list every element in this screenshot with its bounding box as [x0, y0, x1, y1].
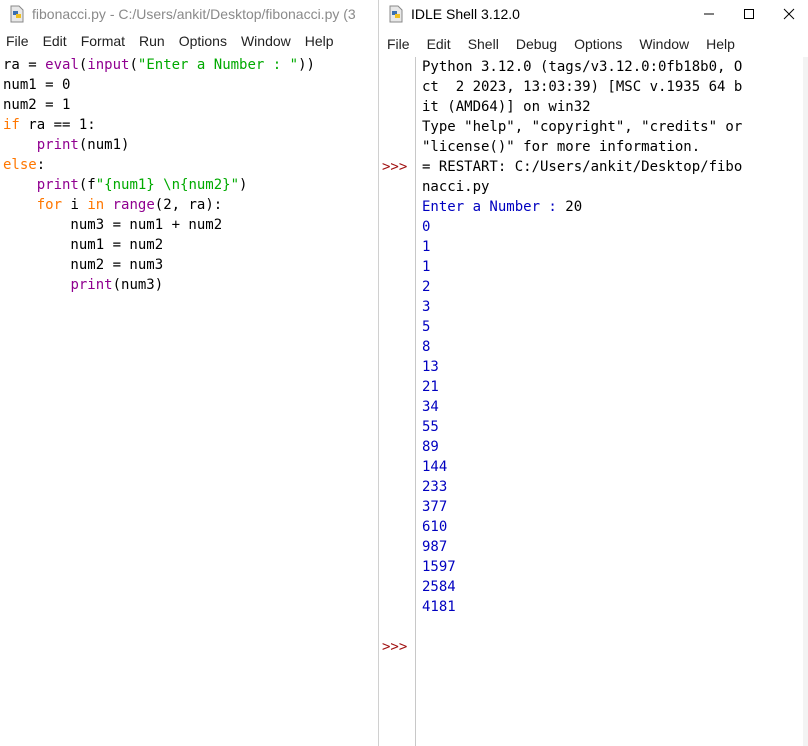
output-line: 1 — [422, 239, 431, 255]
output-line: 144 — [422, 459, 448, 475]
code-line: num3 = num1 + num2 — [3, 217, 223, 233]
banner-line: Python 3.12.0 (tags/v3.12.0:0fb18b0, O — [422, 59, 743, 75]
code-line: print(num1) — [36, 137, 130, 153]
code-line: num1 = 0 — [3, 77, 71, 93]
shell-menu-options[interactable]: Options — [566, 36, 631, 52]
idle-app-icon — [389, 5, 403, 23]
shell-menu-help[interactable]: Help — [698, 36, 744, 52]
shell-menu-shell[interactable]: Shell — [460, 36, 508, 52]
banner-line: "license()" for more information. — [422, 139, 701, 155]
prompt-marker: >>> — [382, 159, 408, 175]
close-button[interactable] — [769, 0, 808, 28]
editor-title: fibonacci.py - C:/Users/ankit/Desktop/fi… — [32, 6, 356, 22]
output-line: 1 — [422, 259, 431, 275]
code-line: num2 = 1 — [3, 97, 71, 113]
code-line: print(f"{num1} \n{num2}") — [36, 177, 248, 193]
output-line: 610 — [422, 519, 448, 535]
output-line: 5 — [422, 319, 431, 335]
output-line: 2584 — [422, 579, 456, 595]
banner-line: ct 2 2023, 13:03:39) [MSC v.1935 64 b — [422, 79, 743, 95]
shell-menubar: File Edit Shell Debug Options Window Help — [379, 33, 808, 55]
output-line: 8 — [422, 339, 431, 355]
input-line: Enter a Number : 20 — [422, 199, 583, 215]
shell-menu-edit[interactable]: Edit — [419, 36, 460, 52]
prompt-marker: >>> — [382, 639, 408, 655]
maximize-icon — [744, 9, 754, 19]
code-line: else: — [3, 157, 46, 173]
code-line: for i in range(2, ra): — [36, 197, 223, 213]
shell-title: IDLE Shell 3.12.0 — [411, 6, 520, 22]
output-line: 13 — [422, 359, 439, 375]
shell-menu-debug[interactable]: Debug — [508, 36, 566, 52]
output-line: 3 — [422, 299, 431, 315]
banner-line: it (AMD64)] on win32 — [422, 99, 591, 115]
minimize-button[interactable] — [689, 0, 729, 28]
editor-menu-options[interactable]: Options — [173, 33, 235, 49]
python-file-icon — [10, 5, 24, 23]
output-line: 1597 — [422, 559, 456, 575]
editor-menu-edit[interactable]: Edit — [37, 33, 75, 49]
output-line: 55 — [422, 419, 439, 435]
shell-scrollbar[interactable] — [803, 57, 808, 746]
output-line: 233 — [422, 479, 448, 495]
editor-window: fibonacci.py - C:/Users/ankit/Desktop/fi… — [0, 0, 378, 746]
editor-titlebar[interactable]: fibonacci.py - C:/Users/ankit/Desktop/fi… — [0, 0, 378, 28]
editor-menu-help[interactable]: Help — [299, 33, 342, 49]
editor-menu-run[interactable]: Run — [133, 33, 173, 49]
output-line: 4181 — [422, 599, 456, 615]
editor-menu-window[interactable]: Window — [235, 33, 299, 49]
maximize-button[interactable] — [729, 0, 769, 28]
code-line: num1 = num2 — [3, 237, 164, 253]
code-line: if ra == 1: — [3, 117, 96, 133]
output-line: 34 — [422, 399, 439, 415]
shell-menu-file[interactable]: File — [379, 36, 419, 52]
shell-menu-window[interactable]: Window — [631, 36, 698, 52]
code-line: print(num3) — [70, 277, 164, 293]
output-line: 377 — [422, 499, 448, 515]
close-icon — [783, 8, 795, 20]
shell-titlebar[interactable]: IDLE Shell 3.12.0 — [379, 0, 808, 28]
restart-line: nacci.py — [422, 179, 490, 195]
output-line: 21 — [422, 379, 439, 395]
output-line: 2 — [422, 279, 431, 295]
shell-window: IDLE Shell 3.12.0 File Edit Shell Debug Opti… — [378, 0, 808, 746]
restart-line: = RESTART: C:/Users/ankit/Desktop/fibo — [422, 159, 743, 175]
output-line: 89 — [422, 439, 439, 455]
minimize-icon — [704, 13, 714, 15]
output-line: 0 — [422, 219, 431, 235]
editor-menu-file[interactable]: File — [0, 33, 37, 49]
editor-menubar: File Edit Format Run Options Window Help — [0, 30, 378, 52]
output-line: 987 — [422, 539, 448, 555]
code-editor[interactable]: ra = eval(input("Enter a Number : ")) num… — [3, 55, 378, 295]
banner-line: Type "help", "copyright", "credits" or — [422, 119, 743, 135]
editor-menu-format[interactable]: Format — [75, 33, 133, 49]
code-line: ra = eval(input("Enter a Number : ")) — [3, 57, 315, 73]
prompt-gutter: >>> >>> — [379, 57, 416, 746]
shell-output-area[interactable]: Python 3.12.0 (tags/v3.12.0:0fb18b0, O ct… — [422, 57, 808, 617]
code-line: num2 = num3 — [3, 257, 164, 273]
